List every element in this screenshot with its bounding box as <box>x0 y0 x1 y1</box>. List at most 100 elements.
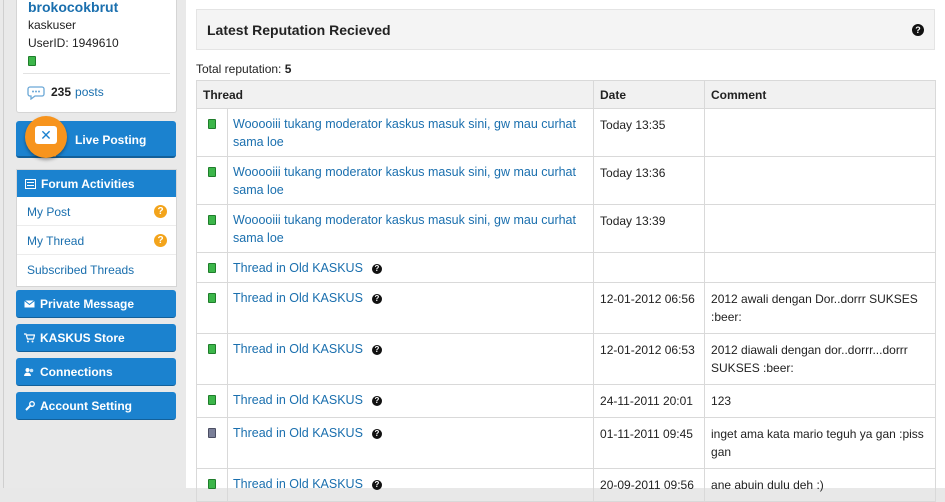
thread-cell-content: Thread in Old KASKUS? <box>228 283 593 312</box>
sidebar-edge <box>3 0 4 488</box>
table-row: Thread in Old KASKUS? 01-11-2011 09:45 ing… <box>196 417 937 469</box>
help-icon[interactable]: ? <box>371 344 382 355</box>
total-reputation: Total reputation: 5 <box>196 62 291 76</box>
help-icon[interactable]: ? <box>371 263 382 274</box>
status-cell <box>196 417 228 469</box>
comment-cell <box>704 108 937 157</box>
help-icon[interactable]: ? <box>371 395 382 406</box>
help-icon[interactable]: ? <box>912 24 924 36</box>
positive-reputation-icon <box>208 167 216 177</box>
thread-cell: Thread in Old KASKUS? <box>226 282 595 334</box>
nav-item-label: My Post <box>27 204 71 219</box>
forum-activities-header[interactable]: Forum Activities <box>17 170 176 197</box>
reputation-panel-header: Latest Reputation Recieved ? <box>196 9 935 50</box>
comment-cell <box>704 156 937 205</box>
thread-link[interactable]: Wooooiii tukang moderator kaskus masuk s… <box>233 213 576 245</box>
live-posting-badge: ✕ <box>25 116 67 158</box>
column-header-thread: Thread <box>195 80 595 109</box>
thread-link[interactable]: Thread in Old KASKUS <box>233 426 363 440</box>
thread-link[interactable]: Wooooiii tukang moderator kaskus masuk s… <box>233 165 576 197</box>
comment-cell: inget ama kata mario teguh ya gan :piss … <box>704 417 937 469</box>
table-row: Wooooiii tukang moderator kaskus masuk s… <box>196 108 937 157</box>
thread-cell: Thread in Old KASKUS? <box>226 417 595 469</box>
comment-text: inget ama kata mario teguh ya gan :piss … <box>711 427 924 459</box>
status-cell <box>196 384 228 418</box>
date-cell: 01-11-2011 09:45 <box>593 417 706 469</box>
thread-cell-content: Thread in Old KASKUS? <box>228 469 593 498</box>
date-text: 12-01-2012 06:56 <box>600 292 695 306</box>
help-icon[interactable]: ? <box>371 479 382 490</box>
help-icon[interactable]: ? <box>371 428 382 439</box>
list-icon <box>25 178 36 189</box>
date-cell: 12-01-2012 06:53 <box>593 333 706 385</box>
comment-cell: ane abuin dulu deh :) <box>704 468 937 502</box>
reputation-table: Thread Date Comment Wooooiii tukang mode… <box>195 80 937 502</box>
help-icon[interactable]: ? <box>154 205 167 218</box>
private-message-button[interactable]: Private Message <box>16 290 176 318</box>
table-row: Wooooiii tukang moderator kaskus masuk s… <box>196 156 937 205</box>
date-cell: 20-09-2011 09:56 <box>593 468 706 502</box>
nav-item-my-post[interactable]: My Post ? <box>17 198 176 226</box>
table-row: Wooooiii tukang moderator kaskus masuk s… <box>196 204 937 253</box>
comment-cell <box>704 252 937 283</box>
thread-link[interactable]: Thread in Old KASKUS <box>233 393 363 407</box>
profile-card: brokocokbrut kaskuser UserID: 1949610 23… <box>16 0 177 113</box>
date-text: 01-11-2011 09:45 <box>600 427 693 441</box>
thread-cell: Thread in Old KASKUS? <box>226 333 595 385</box>
kaskus-store-button[interactable]: KASKUS Store <box>16 324 176 352</box>
thread-cell-content: Thread in Old KASKUS? <box>228 385 593 414</box>
live-posting-button[interactable]: ✕ Live Posting <box>16 116 176 158</box>
thread-cell: Thread in Old KASKUS? <box>226 468 595 502</box>
help-icon[interactable]: ? <box>371 293 382 304</box>
user-id: UserID: 1949610 <box>28 36 119 50</box>
positive-reputation-icon <box>208 395 216 405</box>
thread-cell-content: Wooooiii tukang moderator kaskus masuk s… <box>228 109 593 156</box>
forum-activities-title: Forum Activities <box>41 176 135 191</box>
thread-cell-content: Thread in Old KASKUS? <box>228 253 593 282</box>
date-text: Today 13:39 <box>600 214 666 228</box>
status-cell <box>196 204 228 253</box>
thread-link[interactable]: Thread in Old KASKUS <box>233 477 363 491</box>
nav-item-label: My Thread <box>27 233 85 248</box>
thread-cell-content: Thread in Old KASKUS? <box>228 418 593 447</box>
nav-item-subscribed-threads[interactable]: Subscribed Threads <box>17 256 176 284</box>
comment-cell: 2012 awali dengan Dor..dorrr SUKSES :bee… <box>704 282 937 334</box>
table-row: Thread in Old KASKUS? 12-01-2012 06:53 201… <box>196 333 937 385</box>
thread-link[interactable]: Wooooiii tukang moderator kaskus masuk s… <box>233 117 576 149</box>
date-cell <box>593 252 706 283</box>
comment-text <box>705 157 935 171</box>
thread-link[interactable]: Thread in Old KASKUS <box>233 261 363 275</box>
thread-link[interactable]: Thread in Old KASKUS <box>233 291 363 305</box>
nav-item-my-thread[interactable]: My Thread ? <box>17 227 176 255</box>
date-text: Today 13:36 <box>600 166 666 180</box>
sidebar: brokocokbrut kaskuser UserID: 1949610 23… <box>0 0 186 488</box>
comment-text: 2012 diawali dengan dor..dorrr...dorrr S… <box>711 343 908 375</box>
comment-text <box>705 109 935 123</box>
thread-cell: Wooooiii tukang moderator kaskus masuk s… <box>226 204 595 253</box>
account-setting-label: Account Setting <box>40 398 132 413</box>
posts-count: 235 <box>51 85 72 99</box>
status-cell <box>196 156 228 205</box>
thread-link[interactable]: Thread in Old KASKUS <box>233 342 363 356</box>
connections-button[interactable]: Connections <box>16 358 176 386</box>
thread-cell: Wooooiii tukang moderator kaskus masuk s… <box>226 156 595 205</box>
date-text: Today 13:35 <box>600 118 666 132</box>
posts-link[interactable]: 235 posts <box>27 83 104 101</box>
help-icon[interactable]: ? <box>154 234 167 247</box>
status-cell <box>196 468 228 502</box>
neutral-reputation-icon <box>208 428 216 438</box>
comment-cell: 123 <box>704 384 937 418</box>
username-link[interactable]: brokocokbrut <box>28 0 118 15</box>
positive-reputation-icon <box>208 215 216 225</box>
private-message-label: Private Message <box>40 296 135 311</box>
status-cell <box>196 252 228 283</box>
account-setting-button[interactable]: Account Setting <box>16 392 176 420</box>
total-reputation-value: 5 <box>284 62 292 76</box>
status-cell <box>196 282 228 334</box>
comment-text: ane abuin dulu deh :) <box>711 478 824 492</box>
comment-cell <box>704 204 937 253</box>
online-status-icon <box>28 56 36 66</box>
thread-cell-content: Wooooiii tukang moderator kaskus masuk s… <box>228 205 593 252</box>
date-text: 12-01-2012 06:53 <box>600 343 695 357</box>
comment-text <box>705 205 935 219</box>
